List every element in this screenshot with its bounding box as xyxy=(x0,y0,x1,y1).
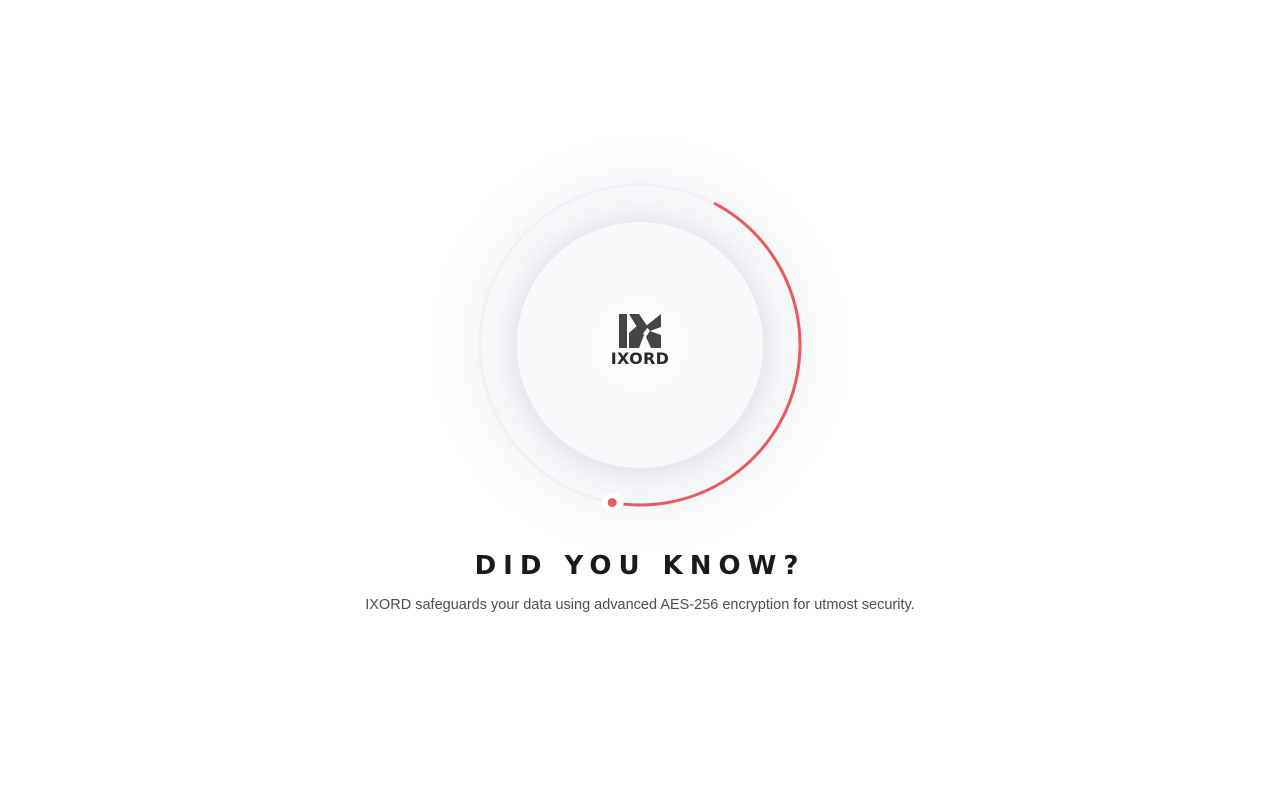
progress-knob-dot xyxy=(607,498,617,508)
loading-screen: IXORD DID YOU KNOW? IXORD safeguards you… xyxy=(0,0,1280,800)
loading-indicator: IXORD xyxy=(420,125,860,565)
ixord-logo-icon xyxy=(619,314,661,348)
brand-logo: IXORD xyxy=(590,313,690,373)
brand-wordmark: IXORD xyxy=(610,349,670,368)
progress-knob xyxy=(600,491,624,515)
tip-text: IXORD safeguards your data using advance… xyxy=(365,597,915,613)
tip-heading: DID YOU KNOW? xyxy=(474,551,806,581)
